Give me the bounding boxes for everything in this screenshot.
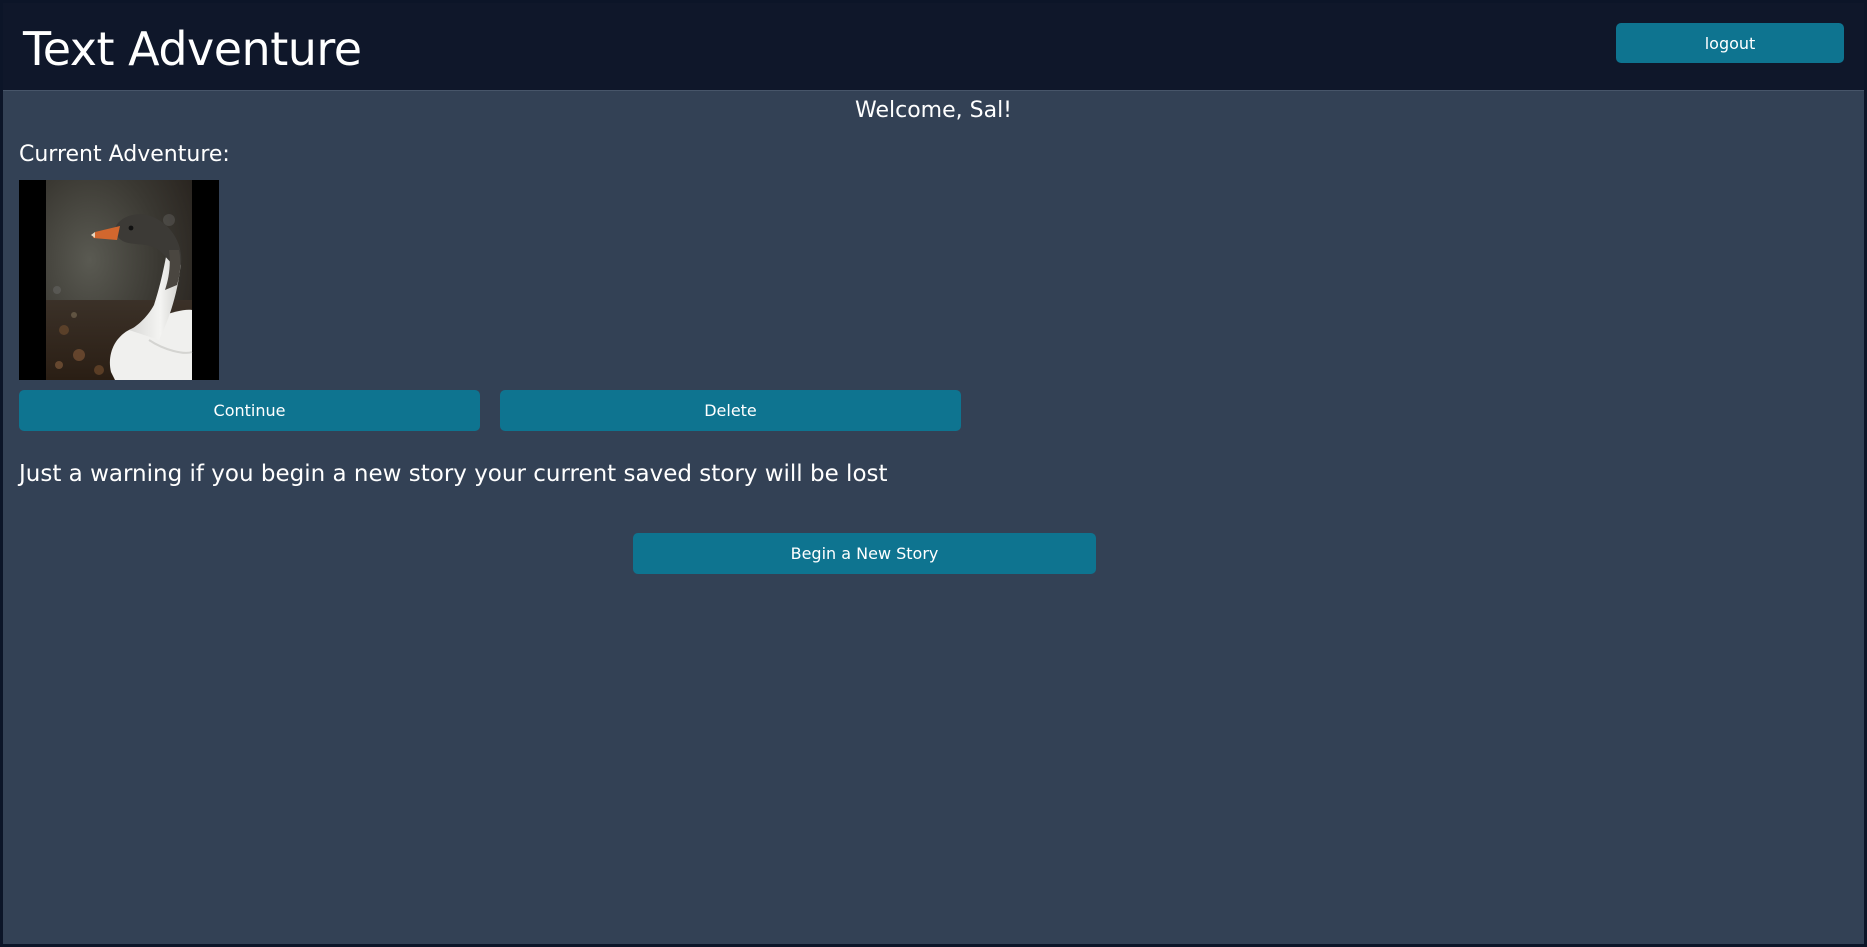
goose-image	[19, 180, 219, 380]
app-title: Text Adventure	[23, 22, 362, 76]
app-window: Text Adventure logout Welcome, Sal! Curr…	[3, 3, 1864, 944]
welcome-message: Welcome, Sal!	[855, 98, 1012, 123]
top-header: Text Adventure logout	[3, 3, 1864, 91]
logout-button[interactable]: logout	[1616, 23, 1844, 63]
current-adventure-label: Current Adventure:	[19, 142, 230, 167]
begin-new-story-button[interactable]: Begin a New Story	[633, 533, 1096, 574]
warning-message: Just a warning if you begin a new story …	[19, 461, 888, 487]
continue-button[interactable]: Continue	[19, 390, 480, 431]
adventure-thumbnail	[19, 180, 219, 380]
delete-button[interactable]: Delete	[500, 390, 961, 431]
